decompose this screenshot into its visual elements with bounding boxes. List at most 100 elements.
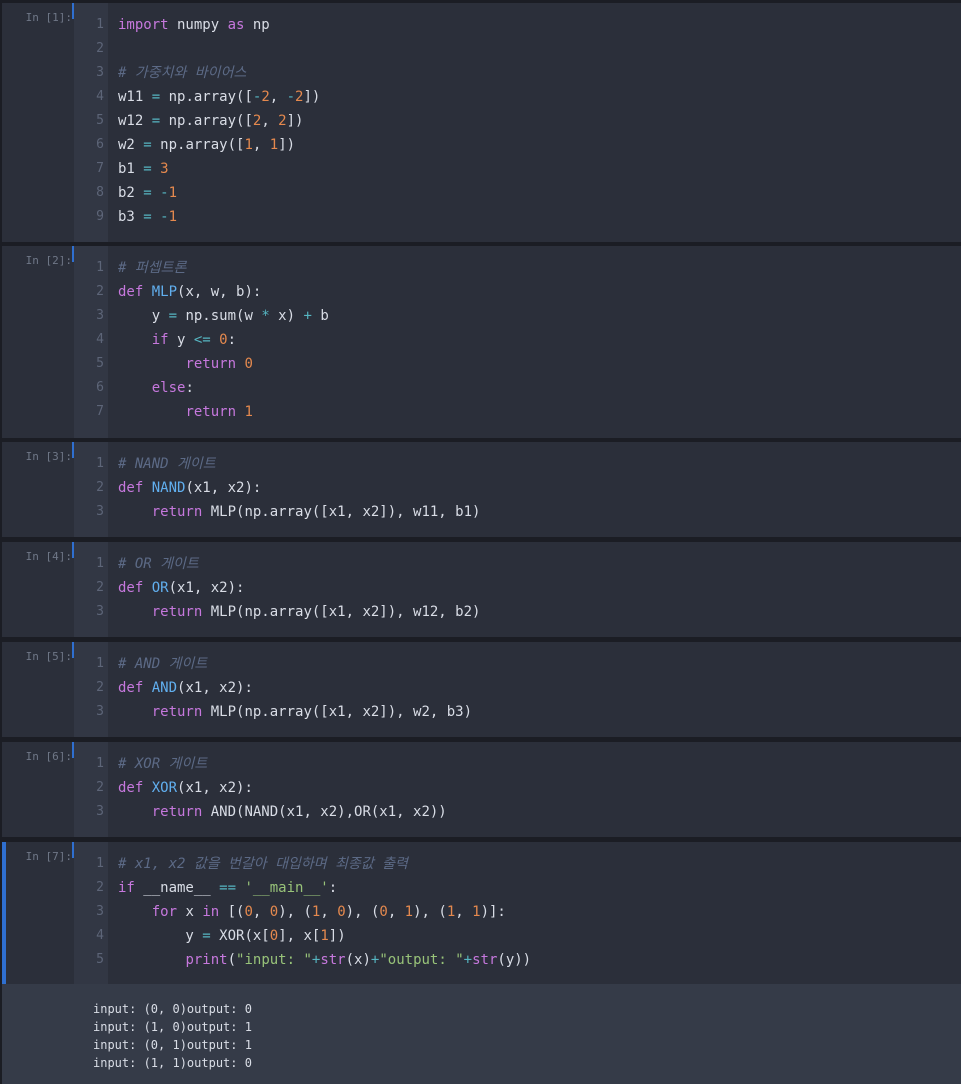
line-number-gutter: 1 2 3 4 5: [74, 842, 108, 984]
cell-prompt: In [4]:: [25, 550, 72, 563]
code-line[interactable]: return AND(NAND(x1, x2),OR(x1, x2)): [108, 800, 961, 824]
code-line[interactable]: w2 = np.array([1, 1]): [108, 133, 961, 157]
line-number: 5: [96, 113, 104, 128]
code-cell-1[interactable]: In [1]: 1 2 3 4 5 6 7 8 9 import numpy as np # 가중…: [2, 3, 961, 242]
code-line[interactable]: else:: [108, 376, 961, 400]
code-text: if __name__ == '__main__':: [118, 880, 338, 896]
code-line[interactable]: if y <= 0:: [108, 328, 961, 352]
line-number: 4: [96, 89, 104, 104]
line-number: 5: [96, 356, 104, 371]
code-text: # AND 게이트: [118, 656, 208, 672]
code-editor[interactable]: # 퍼셉트론 def MLP(x, w, b): y = np.sum(w * x…: [108, 246, 961, 438]
code-text: # OR 게이트: [118, 556, 199, 572]
code-line[interactable]: y = XOR(x[0], x[1]): [108, 924, 961, 948]
code-text: def OR(x1, x2):: [118, 580, 245, 596]
line-number: 3: [96, 804, 104, 819]
code-line[interactable]: b3 = -1: [108, 205, 961, 229]
line-number: 3: [96, 504, 104, 519]
cell-prompt: In [1]:: [25, 11, 72, 24]
code-line[interactable]: return MLP(np.array([x1, x2]), w2, b3): [108, 700, 961, 724]
code-line[interactable]: def OR(x1, x2):: [108, 576, 961, 600]
code-editor[interactable]: # x1, x2 값을 번갈아 대입하며 최종값 출력 if __name__ =…: [108, 842, 961, 984]
code-line[interactable]: if __name__ == '__main__':: [108, 876, 961, 900]
output-line: input: (0, 0)output: 0: [93, 1002, 252, 1016]
code-text: def NAND(x1, x2):: [118, 480, 262, 496]
code-text: return 0: [185, 356, 253, 372]
output-line: input: (1, 1)output: 0: [93, 1056, 252, 1070]
code-line[interactable]: def NAND(x1, x2):: [108, 476, 961, 500]
code-editor[interactable]: # OR 게이트 def OR(x1, x2): return MLP(np.ar…: [108, 542, 961, 637]
code-line[interactable]: # 가중치와 바이어스: [108, 61, 961, 85]
line-number: 4: [96, 928, 104, 943]
code-cell-6[interactable]: In [6]: 1 2 3 # XOR 게이트 def XOR(x1, x2): re…: [2, 742, 961, 837]
code-text: b1 = 3: [118, 161, 169, 177]
code-text: w2 = np.array([1, 1]): [118, 137, 296, 153]
line-number: 3: [96, 604, 104, 619]
code-line[interactable]: return 1: [108, 400, 961, 424]
code-line[interactable]: # OR 게이트: [108, 552, 961, 576]
line-number: 6: [96, 380, 104, 395]
code-line[interactable]: # XOR 게이트: [108, 752, 961, 776]
line-number: 8: [96, 185, 104, 200]
code-line[interactable]: w11 = np.array([-2, -2]): [108, 85, 961, 109]
cell-prompt: In [3]:: [25, 450, 72, 463]
line-number: 5: [96, 952, 104, 967]
code-line[interactable]: b1 = 3: [108, 157, 961, 181]
line-number: 6: [96, 137, 104, 152]
code-text: # 퍼셉트론: [118, 260, 187, 276]
code-line[interactable]: def MLP(x, w, b):: [108, 280, 961, 304]
code-line[interactable]: return 0: [108, 352, 961, 376]
cell-prompt: In [6]:: [25, 750, 72, 763]
code-editor[interactable]: # XOR 게이트 def XOR(x1, x2): return AND(NAN…: [108, 742, 961, 837]
code-editor[interactable]: # AND 게이트 def AND(x1, x2): return MLP(np.…: [108, 642, 961, 737]
line-number: 1: [96, 17, 104, 32]
code-line[interactable]: b2 = -1: [108, 181, 961, 205]
code-text: return MLP(np.array([x1, x2]), w2, b3): [151, 704, 473, 720]
code-cell-5[interactable]: In [5]: 1 2 3 # AND 게이트 def AND(x1, x2): re…: [2, 642, 961, 737]
code-cell-7-active[interactable]: In [7]: 1 2 3 4 5 # x1, x2 값을 번갈아 대입하며 최종값 출…: [2, 842, 961, 984]
code-text: b2 = -1: [118, 185, 178, 201]
code-line[interactable]: y = np.sum(w * x) + b: [108, 304, 961, 328]
line-number: 3: [96, 65, 104, 80]
code-line[interactable]: return MLP(np.array([x1, x2]), w11, b1): [108, 500, 961, 524]
cell-output-area: input: (0, 0)output: 0 input: (1, 0)outpu…: [2, 984, 961, 1084]
code-cell-4[interactable]: In [4]: 1 2 3 # OR 게이트 def OR(x1, x2): retu…: [2, 542, 961, 637]
line-number-gutter: 1 2 3: [74, 742, 108, 837]
line-number: 1: [96, 260, 104, 275]
code-editor[interactable]: import numpy as np # 가중치와 바이어스 w11 = np.ar…: [108, 3, 961, 242]
line-number-gutter: 1 2 3 4 5 6 7: [74, 246, 108, 438]
code-line[interactable]: def XOR(x1, x2):: [108, 776, 961, 800]
code-line[interactable]: import numpy as np: [108, 13, 961, 37]
code-line[interactable]: # AND 게이트: [108, 652, 961, 676]
code-line[interactable]: return MLP(np.array([x1, x2]), w12, b2): [108, 600, 961, 624]
line-number: 3: [96, 904, 104, 919]
code-text: # 가중치와 바이어스: [118, 65, 247, 81]
code-cell-3[interactable]: In [3]: 1 2 3 # NAND 게이트 def NAND(x1, x2): …: [2, 442, 961, 537]
code-line[interactable]: print("input: "+str(x)+"output: "+str(y)…: [108, 948, 961, 972]
code-text: return 1: [185, 404, 253, 420]
line-number: 4: [96, 332, 104, 347]
line-number: 2: [96, 580, 104, 595]
output-line: input: (0, 1)output: 1: [93, 1038, 252, 1052]
code-line[interactable]: def AND(x1, x2):: [108, 676, 961, 700]
code-line[interactable]: # 퍼셉트론: [108, 256, 961, 280]
code-text: else:: [151, 380, 194, 396]
cell-prompt: In [5]:: [25, 650, 72, 663]
code-line[interactable]: # NAND 게이트: [108, 452, 961, 476]
line-number-gutter: 1 2 3: [74, 542, 108, 637]
code-line[interactable]: # x1, x2 값을 번갈아 대입하며 최종값 출력: [108, 852, 961, 876]
code-line[interactable]: w12 = np.array([2, 2]): [108, 109, 961, 133]
cell-prompt: In [7]:: [25, 850, 72, 863]
line-number: 1: [96, 856, 104, 871]
code-text: for x in [(0, 0), (1, 0), (0, 1), (1, 1)…: [151, 904, 506, 920]
code-text: y = XOR(x[0], x[1]): [118, 928, 346, 944]
code-editor[interactable]: # NAND 게이트 def NAND(x1, x2): return MLP(n…: [108, 442, 961, 537]
code-line[interactable]: for x in [(0, 0), (1, 0), (0, 1), (1, 1)…: [108, 900, 961, 924]
line-number: 1: [96, 456, 104, 471]
code-cell-2[interactable]: In [2]: 1 2 3 4 5 6 7 # 퍼셉트론 def MLP(x, w, b): …: [2, 246, 961, 438]
code-text: return AND(NAND(x1, x2),OR(x1, x2)): [151, 804, 447, 820]
line-number-gutter: 1 2 3: [74, 442, 108, 537]
line-number: 3: [96, 704, 104, 719]
code-line[interactable]: [108, 37, 961, 61]
code-text: def MLP(x, w, b):: [118, 284, 262, 300]
